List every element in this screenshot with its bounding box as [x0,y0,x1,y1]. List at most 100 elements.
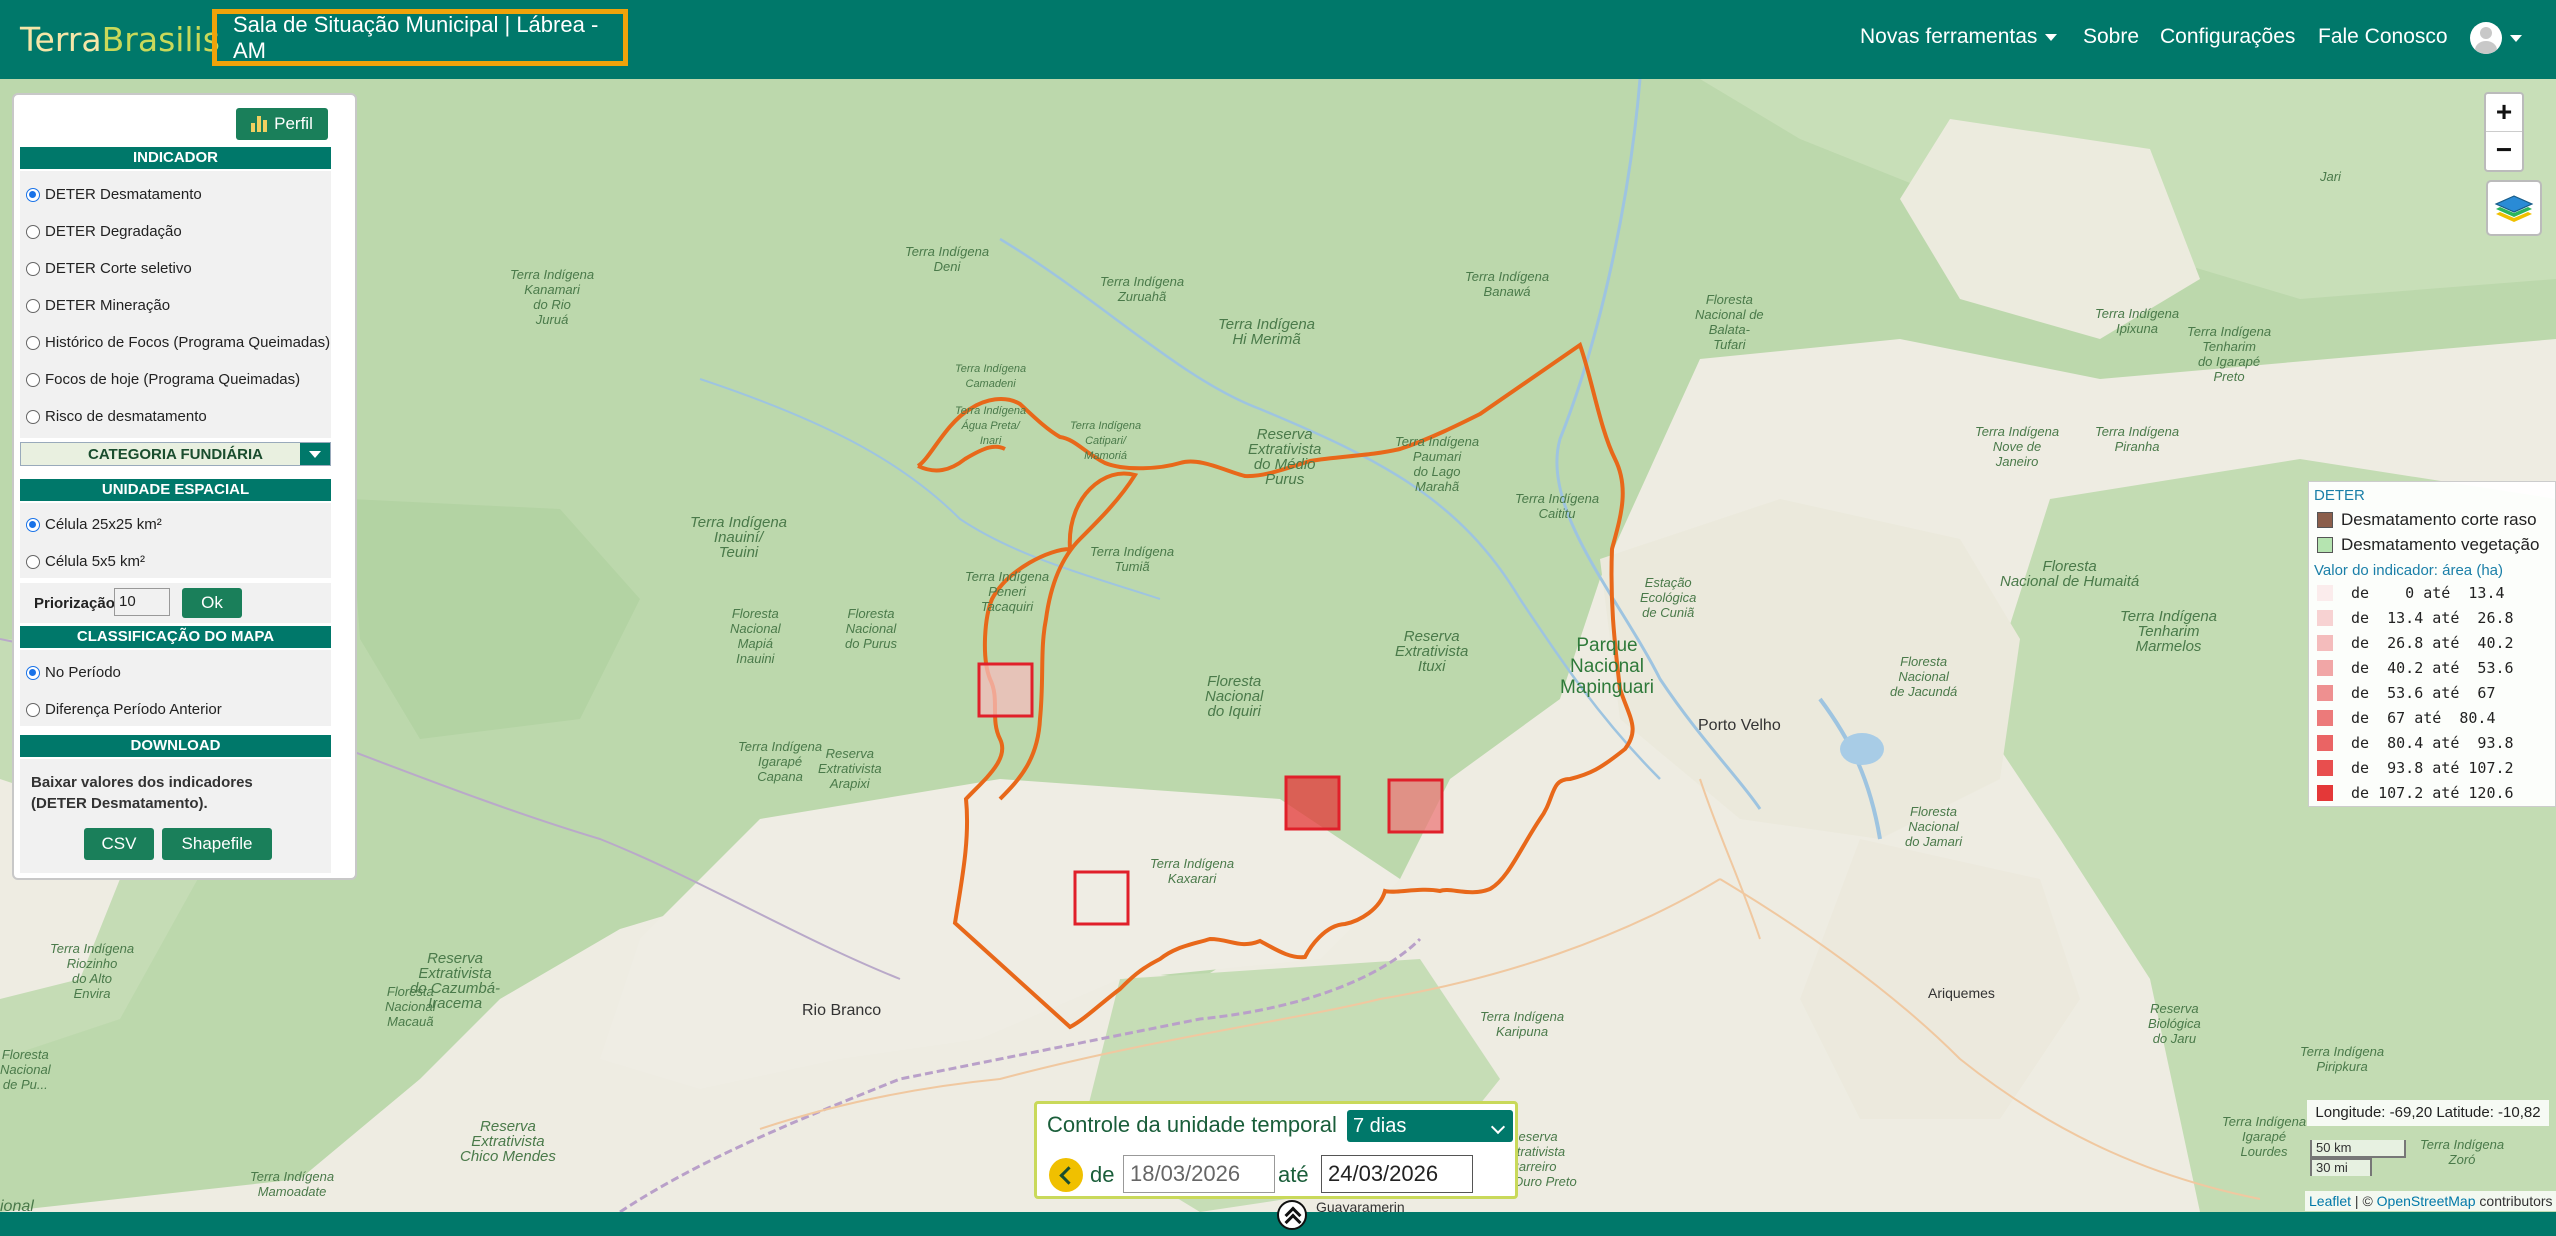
terrabrasilis-logo[interactable]: TerraBrasilis [20,20,220,59]
shapefile-button[interactable]: Shapefile [162,828,272,860]
radio-deter-desmatamento[interactable]: DETER Desmatamento [26,186,202,203]
legend-row: de 107.2 até 120.6 [2317,784,2514,802]
csv-button[interactable]: CSV [84,828,154,860]
radio-icon [26,298,40,313]
legend-row: de 0 até 13.4 [2317,584,2505,602]
control-panel: Perfil INDICADOR DETER Desmatamento DETE… [12,93,357,880]
map-label: Terra Indígena Inauiní/Teuini [690,514,788,561]
period-select[interactable]: 7 dias [1347,1110,1513,1142]
radio-celula-5[interactable]: Célula 5x5 km² [26,553,145,570]
radio-celula-25[interactable]: Célula 25x25 km² [26,516,162,533]
map-label: Floresta Nacional de Pu... [0,1047,51,1092]
nav-novas-ferramentas[interactable]: Novas ferramentas [1860,25,2058,49]
legend-row: de 80.4 até 93.8 [2317,734,2514,752]
map-label: Terra Indígena Paumari do Lago Marahã [1395,434,1480,494]
map-label: Terra Indígena Camadeni [955,363,1027,390]
map-label: Reserva Biológica do Jaru [2148,1001,2201,1046]
map-label: Terra Indígena Igarapé Lourdes [2222,1114,2307,1159]
radio-icon [26,187,40,202]
legend-row: de 40.2 até 53.6 [2317,659,2514,677]
legend-row: de 13.4 até 26.8 [2317,609,2514,627]
nav-sobre[interactable]: Sobre [2083,25,2139,49]
radio-diferenca-periodo[interactable]: Diferença Período Anterior [26,701,222,718]
map-canvas[interactable]: Terra Indígena Deni Terra Indígena Kanamar… [0,79,2556,1212]
radio-focos-hoje[interactable]: Focos de hoje (Programa Queimadas) [26,371,300,388]
scale-mi: 30 mi [2310,1158,2372,1176]
radio-icon [26,702,40,717]
map-scale: 50 km 30 mi [2310,1140,2406,1176]
zoom-out-button[interactable]: − [2486,132,2522,170]
date-to-input[interactable]: 24/03/2026 [1321,1155,1473,1193]
perfil-button[interactable]: Perfil [236,108,328,140]
city-label-ariquemes: Ariquemes [1928,985,1995,1001]
legend-swatch [2317,635,2333,651]
map-label: Reserva Extrativista do Médio Purus [1248,426,1322,488]
ate-label: até [1278,1162,1309,1187]
map-label: Terra Indígena Zuruahã [1100,274,1185,304]
layers-button[interactable] [2486,180,2542,236]
legend-swatch [2317,785,2333,801]
download-description: Baixar valores dos indicadores (DETER De… [31,774,253,812]
map-label: Terra Indígena Tenharim do Igarapé Preto [2187,324,2272,384]
radio-icon [26,554,40,569]
map-label: Reserva Extrativista Ituxi [1395,628,1469,675]
map-label: Terra Indígena Peneri Tacaquiri [965,569,1050,614]
leaflet-link[interactable]: Leaflet [2309,1193,2351,1209]
legend-swatch [2317,585,2333,601]
legend-swatch [2317,512,2333,528]
map-label: Terra Indígena Zoró [2420,1137,2505,1167]
legend-subtitle: Valor do indicador: área (ha) [2314,562,2503,579]
map-label: Terra Indígena Piranha [2095,424,2180,454]
map-label: Terra Indígena Água Preta/Inari [955,405,1027,447]
ok-button[interactable]: Ok [182,588,242,618]
zoom-in-button[interactable]: + [2486,94,2522,132]
nav-configuracoes[interactable]: Configurações [2160,25,2295,49]
map-label: Terra Indígena Deni [905,244,990,274]
priorizacao-input[interactable]: 10 [114,588,170,616]
map-label: Terra Indígena Nove de Janeiro [1975,424,2060,469]
map-label: Terra Indígena Mamoadate [250,1169,335,1199]
previous-period-button[interactable] [1049,1158,1083,1192]
nav-fale-conosco[interactable]: Fale Conosco [2318,25,2448,49]
map-label: Floresta Nacional de Humaitá [2000,558,2140,590]
radio-historico-focos[interactable]: Histórico de Focos (Programa Queimadas) [26,334,330,351]
radio-icon [26,372,40,387]
date-from-input[interactable]: 18/03/2026 [1123,1155,1275,1193]
map-label: Terra Indígena Tenharim Marmelos [2120,608,2218,655]
categoria-fundiaria-dropdown[interactable]: CATEGORIA FUNDIÁRIA [20,442,331,466]
temporal-title: Controle da unidade temporal [1047,1112,1337,1137]
radio-no-periodo[interactable]: No Período [26,664,121,681]
park-label: Parque Nacional Mapinguari [1560,635,1654,698]
legend-title: DETER [2314,487,2365,504]
radio-deter-mineracao[interactable]: DETER Mineração [26,297,170,314]
classificacao-heading: CLASSIFICAÇÃO DO MAPA [20,626,331,648]
map-label: Terra Indígena Kanamari do Rio Juruá [510,267,595,327]
unidade-espacial-heading: UNIDADE ESPACIAL [20,479,331,501]
legend-class-item: Desmatamento vegetação [2317,535,2539,555]
map-label: Floresta Nacional Macauã [385,984,436,1029]
map-label: Terra Indígena Catipari/Mamoriá [1070,420,1142,462]
expand-panel-icon[interactable] [1277,1200,1307,1230]
map-label: Terra Indígena Tumiã [1090,544,1175,574]
map-label: Terra Indígena Riozinho do Alto Envira [50,941,135,1001]
radio-risco-desmatamento[interactable]: Risco de desmatamento [26,408,207,425]
legend-swatch [2317,537,2333,553]
radio-icon [26,665,40,680]
radio-deter-corte-seletivo[interactable]: DETER Corte seletivo [26,260,192,277]
map-attribution: Leaflet | © OpenStreetMap contributors [2305,1191,2556,1211]
legend-row: de 93.8 até 107.2 [2317,759,2514,777]
radio-deter-degradacao[interactable]: DETER Degradação [26,223,182,240]
map-label: Floresta Nacional do Iquiri [1205,673,1264,720]
map-label: Terra Indígena Hi Merimã [1218,316,1316,348]
legend-swatch [2317,685,2333,701]
chevron-down-icon [2510,34,2522,42]
osm-link[interactable]: OpenStreetMap [2377,1193,2476,1209]
legend-swatch [2317,710,2333,726]
legend-row: de 67 até 80.4 [2317,709,2496,727]
user-menu[interactable] [2470,22,2522,54]
legend-swatch [2317,660,2333,676]
map-label: Jari [2320,169,2341,184]
city-label-rio-branco: Rio Branco [802,1002,882,1019]
map-label: Terra Indígena Caititu [1515,491,1600,521]
chevron-down-icon [2045,33,2058,41]
